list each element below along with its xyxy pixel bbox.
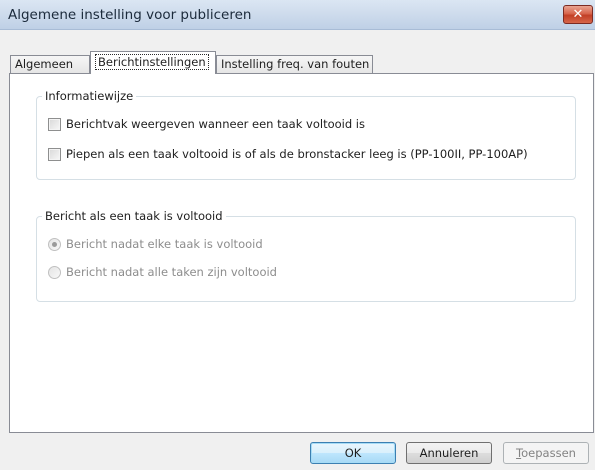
tab-label: Instelling freq. van fouten [221,57,370,71]
checkbox-row-piepen[interactable]: Piepen als een taak voltooid is of als d… [48,147,528,161]
close-button[interactable]: ✕ [563,5,593,24]
tab-instelling-freq-van-fouten[interactable]: Instelling freq. van fouten [216,55,373,73]
group-legend: Informatiewijze [42,89,137,103]
radio-row-elke-taak[interactable]: Bericht nadat elke taak is voltooid [48,237,263,251]
radio-elke-taak[interactable] [48,237,61,251]
checkbox-piepen[interactable] [48,147,61,161]
tab-label: Berichtinstellingen [95,54,209,70]
checkbox-berichtvak[interactable] [48,117,61,131]
close-icon: ✕ [572,7,584,22]
checkbox-label: Piepen als een taak voltooid is of als d… [66,147,528,161]
ok-button[interactable]: OK [310,442,396,464]
radio-row-alle-taken[interactable]: Bericht nadat alle taken zijn voltooid [48,265,277,279]
checkbox-row-berichtvak[interactable]: Berichtvak weergeven wanneer een taak vo… [48,117,365,131]
apply-label: oepassen [521,446,576,460]
checkbox-label: Berichtvak weergeven wanneer een taak vo… [66,117,365,131]
tab-label: Algemeen [15,57,74,71]
group-informatiewijze: Informatiewijze Berichtvak weergeven wan… [36,89,576,180]
tab-algemeen[interactable]: Algemeen [10,55,90,73]
radio-label: Bericht nadat alle taken zijn voltooid [66,265,277,279]
tab-berichtinstellingen[interactable]: Berichtinstellingen [90,51,216,74]
group-legend: Bericht als een taak is voltooid [42,209,226,223]
radio-label: Bericht nadat elke taak is voltooid [66,237,263,251]
dialog-window: Algemene instelling voor publiceren ✕ Al… [0,0,595,470]
title-bar[interactable]: Algemene instelling voor publiceren ✕ [0,0,595,30]
tab-panel: Informatiewijze Berichtvak weergeven wan… [9,73,594,433]
group-bericht-taak-voltooid: Bericht als een taak is voltooid Bericht… [36,209,576,302]
apply-button[interactable]: Toepassen [503,442,589,464]
cancel-button[interactable]: Annuleren [406,442,492,464]
window-title: Algemene instelling voor publiceren [8,7,252,23]
radio-alle-taken[interactable] [48,265,61,279]
